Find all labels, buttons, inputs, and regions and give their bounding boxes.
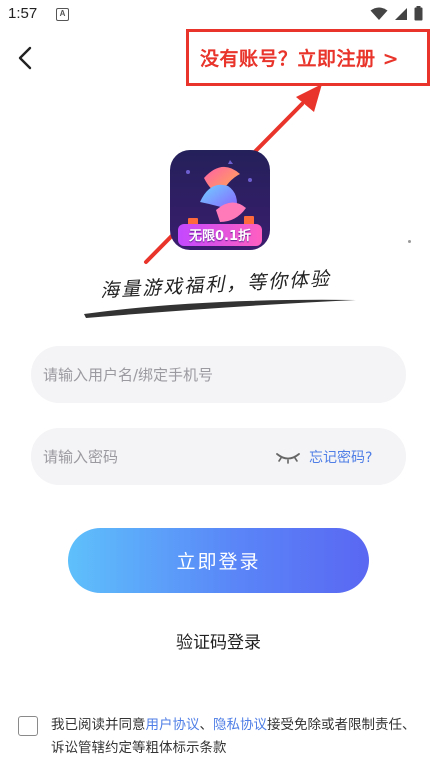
logo-badge-text: 无限0.1折 [188, 229, 252, 244]
agreement-checkbox[interactable] [18, 716, 38, 736]
password-field[interactable]: 忘记密码? [31, 428, 406, 485]
status-bar: 1:57 A [0, 0, 437, 30]
signal-icon [395, 7, 407, 20]
login-button[interactable]: 立即登录 [68, 528, 369, 593]
password-input[interactable] [43, 428, 273, 485]
agreement-separator: 、 [199, 717, 214, 733]
wifi-icon [370, 7, 388, 20]
status-icons [370, 6, 423, 21]
agreement-text: 我已阅读并同意用户协议、隐私协议接受免除或者限制责任、诉讼管辖约定等粗体标示条款 [51, 714, 423, 760]
username-field[interactable] [31, 346, 406, 403]
user-agreement-link[interactable]: 用户协议 [146, 717, 200, 733]
battery-icon [414, 6, 423, 21]
privacy-agreement-link[interactable]: 隐私协议 [213, 717, 267, 733]
password-visibility-toggle[interactable] [275, 448, 301, 466]
status-time: 1:57 [8, 5, 38, 22]
username-input[interactable] [43, 346, 393, 403]
code-login-link[interactable]: 验证码登录 [0, 628, 437, 653]
slogan-underline [84, 299, 356, 318]
agreement-prefix: 我已阅读并同意 [51, 717, 146, 733]
signup-link[interactable]: 没有账号？立即注册 > [200, 44, 399, 71]
back-button[interactable] [12, 44, 40, 72]
notification-app-icon: A [56, 8, 69, 21]
app-logo: 无限0.1折 [170, 150, 270, 250]
eye-closed-icon [276, 453, 300, 464]
decorative-dot [408, 240, 411, 243]
forgot-password-link[interactable]: 忘记密码? [309, 447, 372, 467]
chevron-left-icon [18, 46, 32, 70]
